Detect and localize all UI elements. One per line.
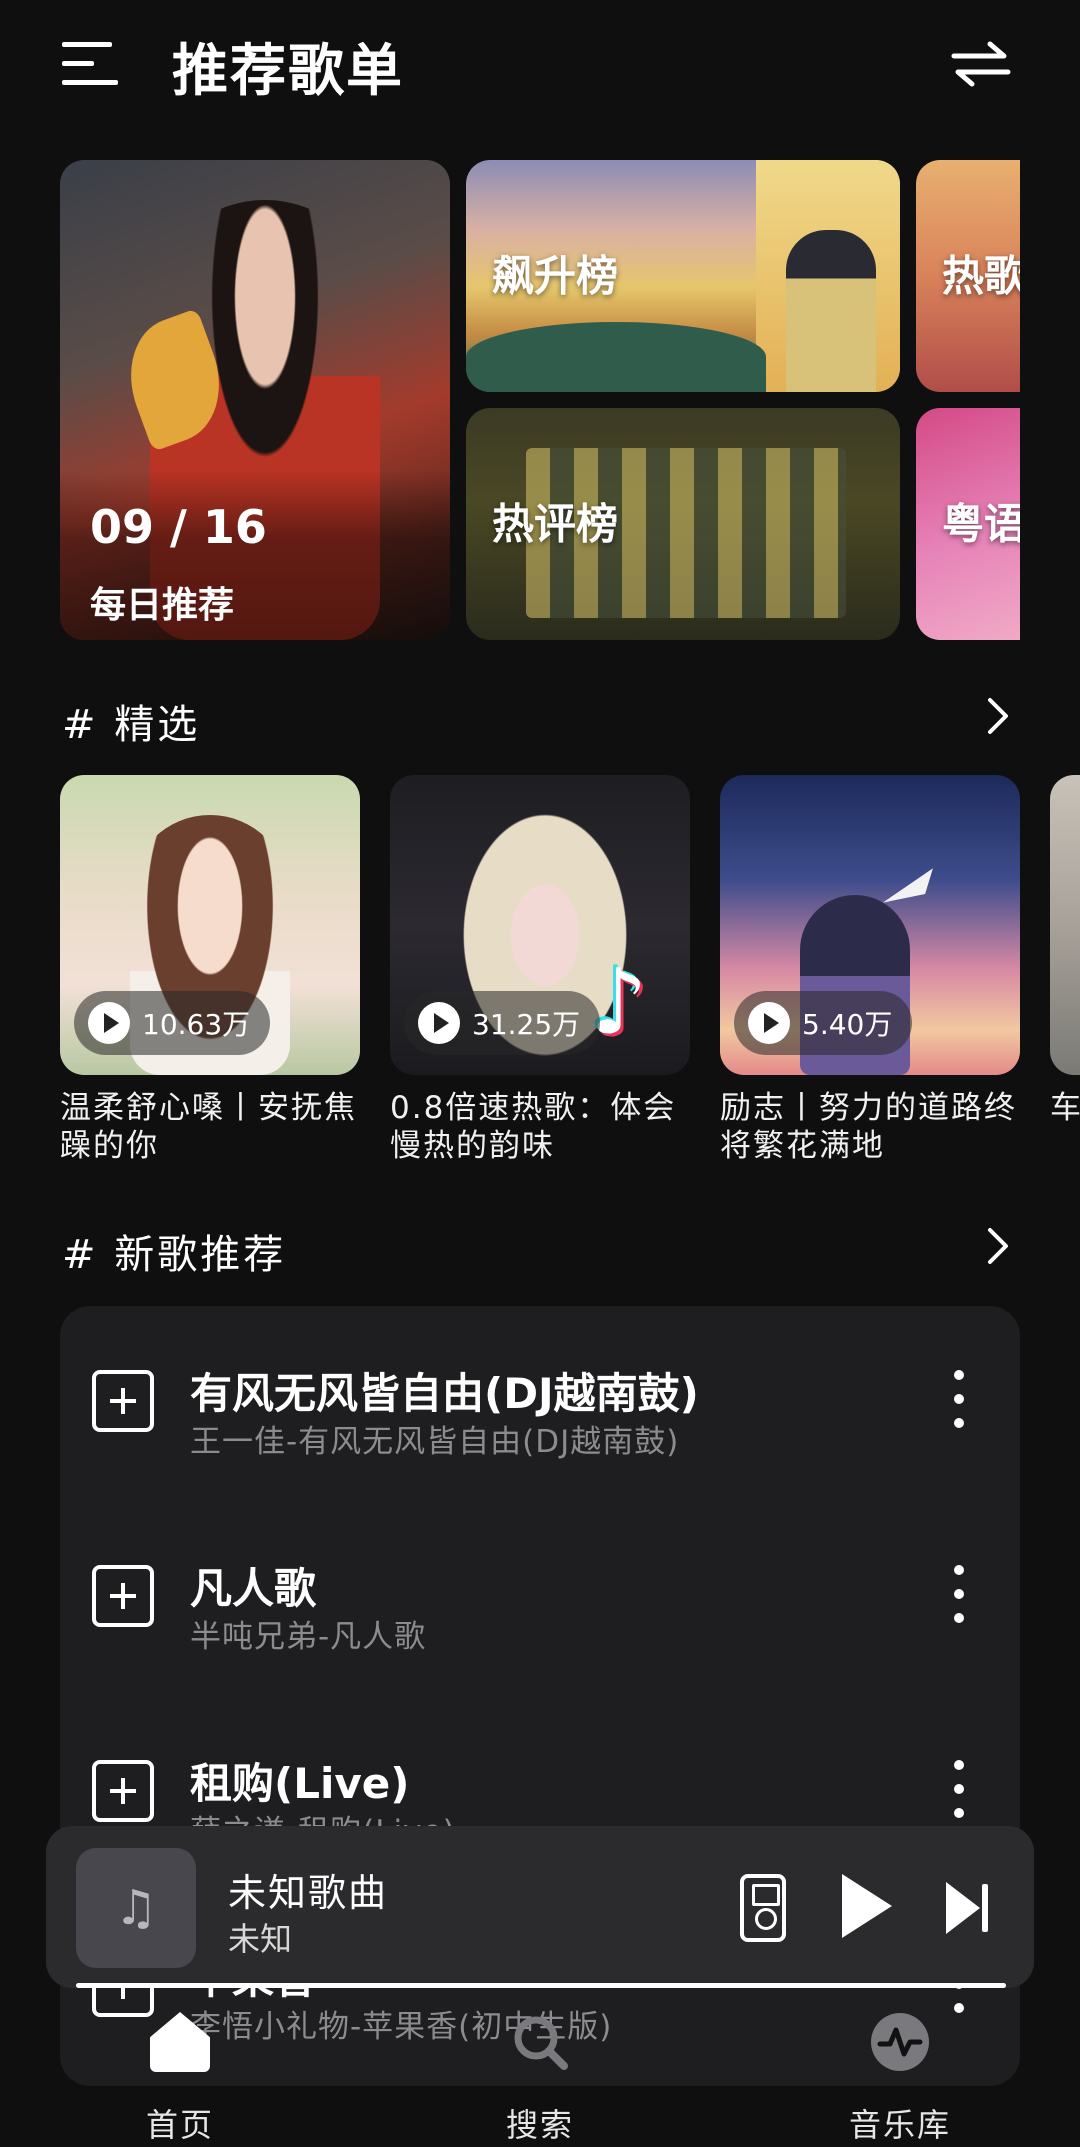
featured-section-title: # 精选 (62, 702, 201, 748)
swap-icon[interactable] (950, 38, 1012, 90)
playlist-name: 温柔舒心嗓丨安抚焦躁的你 (60, 1090, 357, 1164)
playlist-name: 0.8倍速热歌：体会慢热的韵味 (390, 1090, 677, 1164)
library-icon (871, 2013, 929, 2071)
daily-label: 每日推荐 (90, 585, 235, 626)
add-icon[interactable] (92, 1370, 154, 1432)
nav-label: 搜索 (505, 2106, 574, 2144)
play-count-badge: 10.63万 (74, 991, 271, 1055)
playlist-card[interactable]: 5.40万 励志丨努力的道路终将繁花满地 (720, 775, 1020, 1165)
song-artist: 王一佳-有风无风皆自由(DJ越南鼓) (190, 1424, 680, 1460)
bottom-nav: 首页 搜索 音乐库 (0, 2000, 1080, 2147)
next-track-button[interactable] (946, 1882, 990, 1934)
nav-item-home[interactable]: 首页 (80, 2000, 280, 2147)
play-count-badge: 31.25万 (404, 991, 601, 1055)
chart-card-label: 粤语榜 (942, 499, 1020, 549)
nav-label: 音乐库 (848, 2106, 951, 2144)
featured-playlists: 10.63万 温柔舒心嗓丨安抚焦躁的你 ♪ 31.25万 0.8倍速热歌：体会慢… (60, 775, 1080, 1175)
add-icon[interactable] (92, 1565, 154, 1627)
playlist-cover: ♪ 31.25万 (390, 775, 690, 1075)
song-artist: 半吨兄弟-凡人歌 (190, 1619, 427, 1655)
player-song-title: 未知歌曲 (228, 1871, 389, 1915)
play-button[interactable] (842, 1874, 892, 1938)
chevron-right-icon[interactable] (985, 696, 1011, 736)
progress-fill (76, 1983, 1006, 1988)
song-row[interactable]: 凡人歌 半吨兄弟-凡人歌 (60, 1525, 1020, 1675)
chart-card-label: 热歌榜 (942, 251, 1020, 301)
playback-progress-bar[interactable] (76, 1983, 1006, 1988)
chart-card-cantonese[interactable]: 粤语榜 (916, 408, 1020, 640)
playlist-cover (1050, 775, 1080, 1075)
add-icon[interactable] (92, 1760, 154, 1822)
mini-player[interactable]: ♫ 未知歌曲 未知 (46, 1826, 1034, 1988)
playlist-cover: 5.40万 (720, 775, 1020, 1075)
song-title: 租购(Live) (190, 1759, 410, 1808)
top-cards: 09 / 16 每日推荐 飙升榜 热歌榜 热评榜 粤语榜 (60, 160, 1020, 640)
more-icon[interactable] (952, 1565, 966, 1625)
chart-card-label: 飙升榜 (492, 251, 619, 301)
play-icon (748, 1002, 790, 1044)
more-icon[interactable] (952, 1760, 966, 1820)
playlist-card[interactable]: ♪ 31.25万 0.8倍速热歌：体会慢热的韵味 (390, 775, 690, 1165)
chart-card-rising[interactable]: 飙升榜 (466, 160, 900, 392)
daily-date: 09 / 16 (90, 500, 267, 554)
nav-label: 首页 (145, 2106, 214, 2144)
menu-icon[interactable] (62, 42, 118, 86)
new-songs-section-title: # 新歌推荐 (62, 1232, 287, 1278)
player-artist: 未知 (228, 1920, 293, 1958)
chevron-right-icon[interactable] (985, 1226, 1011, 1266)
play-count-badge: 5.40万 (734, 991, 913, 1055)
chart-card-comments[interactable]: 热评榜 (466, 408, 900, 640)
music-note-icon: ♫ (76, 1848, 196, 1968)
tiktok-logo-icon: ♪ (590, 950, 648, 1055)
playlist-cover: 10.63万 (60, 775, 360, 1075)
play-icon (418, 1002, 460, 1044)
player-device-icon[interactable] (740, 1874, 786, 1942)
search-icon (514, 2016, 568, 2070)
app-header: 推荐歌单 (0, 0, 1080, 130)
playlist-name: 励志丨努力的道路终将繁花满地 (720, 1090, 1017, 1164)
song-title: 凡人歌 (190, 1564, 317, 1613)
song-row[interactable]: 有风无风皆自由(DJ越南鼓) 王一佳-有风无风皆自由(DJ越南鼓) (60, 1330, 1020, 1480)
song-title: 有风无风皆自由(DJ越南鼓) (190, 1369, 699, 1418)
more-icon[interactable] (952, 1370, 966, 1430)
nav-item-library[interactable]: 音乐库 (800, 2000, 1000, 2147)
chart-card-hot[interactable]: 热歌榜 (916, 160, 1020, 392)
playlist-card[interactable]: 10.63万 温柔舒心嗓丨安抚焦躁的你 (60, 775, 360, 1165)
chart-card-label: 热评榜 (492, 499, 619, 549)
page-title: 推荐歌单 (172, 39, 404, 104)
playlist-name: 车底 (1050, 1090, 1080, 1126)
nav-item-search[interactable]: 搜索 (440, 2000, 640, 2147)
play-icon (88, 1002, 130, 1044)
playlist-card[interactable]: 车底 (1050, 775, 1080, 1165)
home-icon (150, 2012, 210, 2072)
daily-recommend-card[interactable]: 09 / 16 每日推荐 (60, 160, 450, 640)
